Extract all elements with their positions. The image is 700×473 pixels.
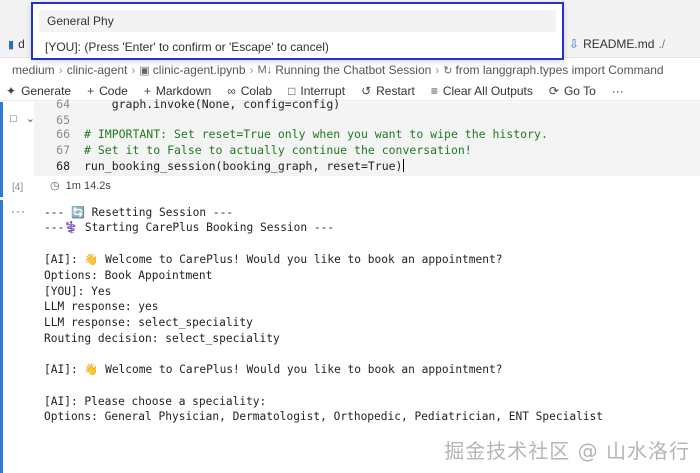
output-more-button[interactable]: ··· (11, 204, 26, 218)
code-cell-icon: ↻ (443, 64, 453, 77)
execution-count: [4] (12, 182, 24, 193)
chevron-right-icon: › (131, 63, 136, 77)
output-line: --- 🔄 Resetting Session --- (44, 206, 234, 219)
cell-controls[interactable]: □ ⌄ (10, 112, 35, 125)
line-number: 64 (56, 97, 70, 111)
code-cell-editor[interactable]: 64 graph.invoke(None, config=config) 65 … (34, 97, 700, 176)
breadcrumb-item-notebook[interactable]: clinic-agent.ipynb (153, 63, 246, 77)
output-line: Options: Book Appointment (44, 269, 213, 282)
code-text: run_booking_session(booking_graph, reset… (84, 159, 403, 173)
text-cursor (402, 159, 404, 172)
notebook-icon: ▣ (139, 64, 150, 77)
code-comment: # IMPORTANT: Set reset=True only when yo… (84, 127, 548, 141)
execution-time-label: 1m 14.2s (65, 179, 111, 192)
output-line: LLM response: select_speciality (44, 316, 253, 329)
output-line: [YOU]: Yes (44, 285, 112, 298)
breadcrumb-item-cell[interactable]: from langgraph.types import Command (456, 63, 664, 77)
quick-input-dialog: General Phy [YOU]: (Press 'Enter' to con… (31, 2, 564, 60)
code-text: graph.invoke(None, config=config) (84, 97, 341, 111)
breadcrumb-item-section[interactable]: Running the Chatbot Session (275, 63, 431, 77)
code-line-active: 68 run_booking_session(booking_graph, res… (34, 158, 700, 174)
tab-readme-path: ./ (658, 37, 666, 51)
tab-readme[interactable]: ⇩ README.md ./ (569, 37, 665, 51)
watermark: 掘金技术社区 @ 山水洛行 (444, 439, 690, 463)
output-line: Options: General Physician, Dermatologis… (44, 410, 604, 423)
tab-readme-label: README.md (583, 37, 655, 51)
chevron-right-icon: › (58, 63, 63, 77)
markdown-heading-icon: M↓ (257, 64, 273, 76)
code-line: 66 # IMPORTANT: Set reset=True only when … (34, 126, 700, 142)
output-line: [AI]: 👋 Welcome to CarePlus! Would you l… (44, 253, 503, 266)
breadcrumb-item-folder[interactable]: medium (12, 63, 55, 77)
line-number: 67 (56, 143, 70, 157)
cell-select-checkbox-icon[interactable]: □ (10, 113, 17, 125)
code-line: 64 graph.invoke(None, config=config) (34, 96, 700, 112)
output-line: [AI]: 👋 Welcome to CarePlus! Would you l… (44, 363, 503, 376)
line-number: 68 (56, 159, 70, 173)
code-line: 67 # Set it to False to actually continue… (34, 142, 700, 158)
execution-time: ◷ 1m 14.2s (50, 179, 111, 193)
quick-input-field[interactable]: General Phy (39, 10, 556, 32)
line-number: 66 (56, 127, 70, 141)
notebook-icon: ▮ (8, 39, 15, 51)
tab-notebook[interactable]: ▮ d (8, 37, 25, 51)
output-line: ---⚕️ Starting CarePlus Booking Session … (44, 221, 335, 234)
output-line: Routing decision: select_speciality (44, 332, 280, 345)
output-line: [AI]: Please choose a speciality: (44, 395, 267, 408)
clock-icon: ◷ (50, 180, 60, 192)
quick-input-message: [YOU]: (Press 'Enter' to confirm or 'Esc… (45, 40, 329, 54)
code-comment: # Set it to False to actually continue t… (84, 143, 472, 157)
tab-notebook-label: d (18, 37, 25, 51)
sparkle-icon: ✦ (6, 83, 17, 98)
cell-focus-indicator (0, 102, 3, 197)
output-focus-indicator (0, 200, 3, 473)
markdown-file-icon: ⇩ (569, 37, 580, 51)
chevron-right-icon: › (435, 63, 440, 77)
output-line: LLM response: yes (44, 300, 159, 313)
breadcrumb-item-subfolder[interactable]: clinic-agent (67, 63, 128, 77)
breadcrumb: medium › clinic-agent › ▣ clinic-agent.i… (0, 59, 700, 81)
chevron-right-icon: › (249, 63, 254, 77)
